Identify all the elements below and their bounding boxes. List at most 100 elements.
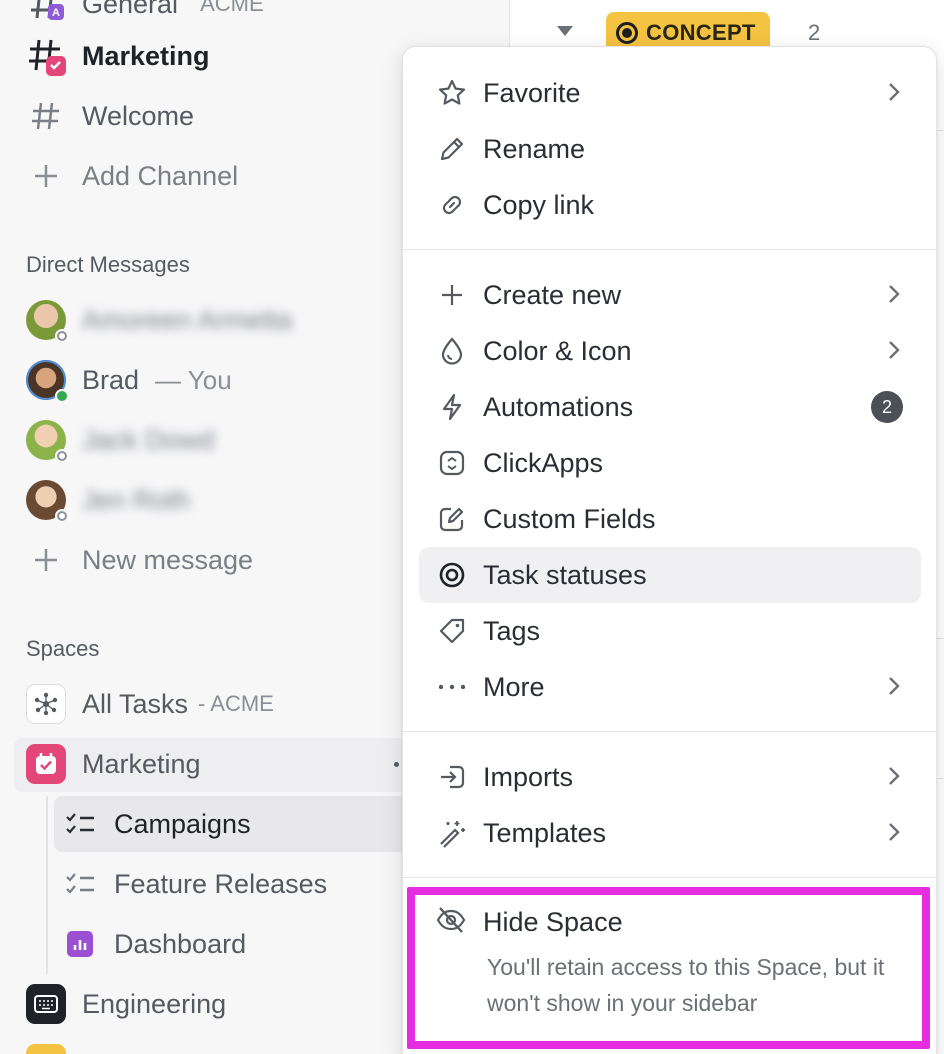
avatar — [26, 300, 69, 343]
menu-item-templates[interactable]: Templates — [419, 805, 921, 861]
menu-item-favorite[interactable]: Favorite — [419, 65, 921, 121]
menu-item-color-icon[interactable]: Color & Icon — [419, 323, 921, 379]
menu-item-imports[interactable]: Imports — [419, 749, 921, 805]
sidebar-list-campaigns[interactable]: Campaigns — [60, 802, 251, 846]
menu-item-task-statuses[interactable]: Task statuses — [419, 547, 921, 603]
menu-item-custom-fields[interactable]: Custom Fields — [419, 491, 921, 547]
menu-item-label: Task statuses — [483, 559, 647, 590]
engineering-space-icon — [26, 984, 66, 1024]
menu-item-copy-link[interactable]: Copy link — [419, 177, 921, 233]
dm-name: Jen Roth — [82, 484, 191, 515]
edit-square-icon — [435, 502, 469, 536]
chevron-right-icon — [887, 675, 901, 697]
dashboard-icon — [60, 924, 100, 964]
dm-name: Amoreen Armetta — [82, 304, 293, 335]
menu-divider — [403, 731, 936, 732]
plus-icon — [26, 540, 66, 580]
dm-name: Brad — [82, 364, 140, 395]
menu-item-label: More — [483, 671, 545, 702]
channel-label: Welcome — [82, 100, 195, 131]
sidebar-space-engineering[interactable]: Engineering — [26, 982, 226, 1026]
hash-general-icon: A — [26, 0, 66, 24]
chevron-right-icon — [887, 339, 901, 361]
space-more-dots-icon[interactable] — [394, 762, 399, 767]
sidebar-dashboard[interactable]: Dashboard — [60, 922, 246, 966]
dm-you-suffix: — You — [155, 364, 232, 395]
tag-icon — [435, 614, 469, 648]
bolt-icon — [435, 390, 469, 424]
sidebar-space-marketing[interactable]: Marketing — [26, 742, 201, 786]
new-message-button[interactable]: New message — [26, 538, 253, 582]
dm-item[interactable]: Amoreen Armetta — [26, 298, 293, 343]
hide-space-title[interactable]: Hide Space — [483, 907, 623, 938]
target-icon — [435, 558, 469, 592]
menu-item-more[interactable]: More — [419, 659, 921, 715]
status-target-icon — [616, 22, 638, 44]
dashboard-label: Dashboard — [114, 928, 247, 959]
chevron-right-icon — [887, 283, 901, 305]
more-dots-icon — [435, 670, 469, 704]
chevron-right-icon — [887, 821, 901, 843]
all-tasks-label: All Tasks — [82, 688, 189, 719]
engineering-space-label: Engineering — [82, 988, 227, 1019]
avatar — [26, 420, 69, 463]
dm-item[interactable]: Brad — You — [26, 358, 232, 403]
import-icon — [435, 760, 469, 794]
channel-label: General — [82, 0, 179, 19]
menu-item-label: Create new — [483, 279, 622, 310]
plus-icon — [435, 278, 469, 312]
menu-item-rename[interactable]: Rename — [419, 121, 921, 177]
avatar — [26, 480, 69, 523]
sidebar-channel-general[interactable]: A General ACME — [26, 0, 264, 26]
row-divider — [936, 638, 944, 639]
menu-item-label: Rename — [483, 133, 586, 164]
menu-item-automations[interactable]: Automations 2 — [419, 379, 921, 435]
checklist-icon — [60, 864, 100, 904]
menu-item-tags[interactable]: Tags — [419, 603, 921, 659]
menu-item-label: Favorite — [483, 77, 581, 108]
menu-item-label: Tags — [483, 615, 541, 646]
presence-indicator — [55, 449, 69, 463]
menu-item-clickapps[interactable]: ClickApps — [419, 435, 921, 491]
status-count: 2 — [808, 20, 821, 45]
sidebar-all-tasks[interactable]: All Tasks - ACME — [26, 682, 274, 726]
add-channel-button[interactable]: Add Channel — [26, 154, 238, 198]
menu-item-label: Copy link — [483, 189, 595, 220]
sidebar-channel-marketing[interactable]: Marketing — [26, 34, 210, 78]
menu-divider — [403, 877, 936, 878]
dm-item[interactable]: Jack Dowd — [26, 418, 214, 463]
menu-item-label: Automations — [483, 391, 634, 422]
new-message-label: New message — [82, 544, 254, 575]
spaces-heading: Spaces — [26, 636, 100, 661]
clickapps-icon — [435, 446, 469, 480]
channel-label: Marketing — [82, 40, 210, 71]
eye-off-icon — [435, 905, 467, 935]
presence-indicator — [55, 389, 69, 403]
add-channel-label: Add Channel — [82, 160, 239, 191]
menu-item-create-new[interactable]: Create new — [419, 267, 921, 323]
menu-divider — [403, 249, 936, 250]
all-tasks-icon — [26, 684, 66, 724]
tree-connector — [46, 796, 48, 974]
channel-workspace: ACME — [200, 0, 264, 16]
all-tasks-workspace: - ACME — [198, 691, 274, 716]
menu-item-label: Templates — [483, 817, 607, 848]
avatar — [26, 360, 69, 403]
magic-wand-icon — [435, 816, 469, 850]
collapse-caret-icon[interactable] — [557, 26, 573, 36]
status-label: CONCEPT — [646, 20, 756, 45]
space-context-menu: Favorite Rename Copy link Create new Col… — [402, 46, 937, 1054]
automations-count-badge: 2 — [871, 391, 903, 423]
menu-item-label: Color & Icon — [483, 335, 632, 366]
checklist-icon — [60, 804, 100, 844]
direct-messages-heading: Direct Messages — [26, 252, 190, 277]
pencil-icon — [435, 132, 469, 166]
hash-icon — [26, 96, 66, 136]
marketing-space-label: Marketing — [82, 748, 201, 779]
menu-item-label: Imports — [483, 761, 574, 792]
hash-marketing-icon — [26, 36, 66, 76]
list-label: Campaigns — [114, 808, 251, 839]
sidebar-channel-welcome[interactable]: Welcome — [26, 94, 194, 138]
dm-item[interactable]: Jen Roth — [26, 478, 191, 523]
sidebar-list-feature-releases[interactable]: Feature Releases — [60, 862, 327, 906]
